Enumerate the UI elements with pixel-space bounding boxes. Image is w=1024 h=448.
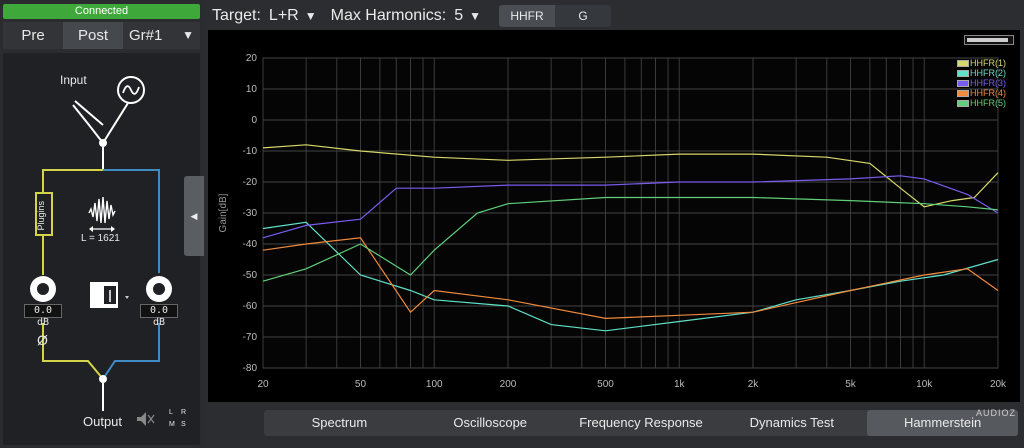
y-tick-label: -30 (243, 208, 258, 219)
input-label: Input (60, 73, 87, 87)
speaker-mute-icon[interactable] (137, 412, 155, 426)
chevron-down-icon: ▼ (182, 28, 194, 42)
x-tick-label: 500 (597, 379, 614, 390)
y-tick-label: -70 (243, 332, 258, 343)
impulse-waveform-icon (88, 196, 116, 232)
view-g-button[interactable]: G (554, 5, 611, 27)
routing-diagram: Input Plugins L = 1621 0.0 dB 0.0 dB Ø O… (3, 53, 200, 445)
target-dropdown-icon[interactable]: ▼ (305, 9, 317, 23)
legend-label: HHFR(5) (970, 98, 1006, 108)
watermark-logo: AUDIOZ (975, 408, 1016, 418)
x-tick-label: 5k (845, 379, 857, 390)
x-tick-label: 1k (674, 379, 686, 390)
legend-item[interactable]: HHFR(5) (957, 98, 1006, 108)
right-gain-value[interactable]: 0.0 dB (140, 304, 178, 328)
legend-label: HHFR(1) (970, 58, 1006, 68)
routing-lines (30, 76, 172, 426)
bottom-tab-bar: Spectrum Oscilloscope Frequency Response Dy… (264, 410, 1018, 436)
legend-item[interactable]: HHFR(3) (957, 78, 1006, 88)
legend-item[interactable]: HHFR(4) (957, 88, 1006, 98)
group-label: Gr#1 (129, 27, 163, 44)
post-button[interactable]: Post (63, 22, 123, 49)
legend-label: HHFR(4) (970, 88, 1006, 98)
legend-swatch (957, 99, 969, 107)
tab-spectrum[interactable]: Spectrum (264, 410, 415, 436)
view-hhfr-button[interactable]: HHFR (498, 5, 555, 27)
group-dropdown[interactable]: Gr#1 ▼ (123, 22, 200, 49)
harmonics-chart: 20100-10-20-30-40-50-60-70-8020 50 100 200 5… (218, 53, 1007, 390)
x-tick-label: 10k (916, 379, 933, 390)
collapse-panel-button[interactable]: ◀ (184, 176, 204, 256)
latency-compensation-icon[interactable] (90, 282, 129, 308)
legend-swatch (957, 69, 969, 77)
channel-r-button[interactable]: R (181, 409, 186, 416)
legend-swatch (957, 59, 969, 67)
left-gain-value[interactable]: 0.0 dB (24, 304, 62, 328)
legend-swatch (957, 89, 969, 97)
legend-label: HHFR(3) (970, 78, 1006, 88)
y-tick-label: 10 (246, 84, 258, 95)
legend-item[interactable]: HHFR(2) (957, 68, 1006, 78)
x-tick-label: 100 (426, 379, 443, 390)
progress-bar (964, 35, 1014, 45)
chart-legend: HHFR(1) HHFR(2) HHFR(3) HHFR(4) HHFR(5) (957, 58, 1006, 108)
target-label: Target: (212, 7, 261, 24)
y-tick-label: -80 (243, 363, 258, 374)
channel-m-button[interactable]: M (169, 421, 175, 428)
legend-item[interactable]: HHFR(1) (957, 58, 1006, 68)
pre-button[interactable]: Pre (3, 22, 63, 49)
chevron-left-icon: ◀ (190, 211, 198, 221)
output-label: Output (83, 414, 123, 429)
phase-invert-toggle[interactable]: Ø (37, 332, 48, 348)
tab-frequency-response[interactable]: Frequency Response (566, 410, 717, 436)
y-tick-label: -40 (243, 239, 258, 250)
y-tick-label: -60 (243, 301, 258, 312)
x-tick-label: 20k (990, 379, 1007, 390)
channel-l-button[interactable]: L (169, 409, 173, 416)
y-tick-label: -10 (243, 146, 258, 157)
y-tick-label: 20 (246, 53, 258, 64)
app-window: Connected Pre Post Gr#1 ▼ Input Plugins … (0, 0, 1024, 448)
harmonics-dropdown-icon[interactable]: ▼ (469, 9, 481, 23)
legend-swatch (957, 79, 969, 87)
x-tick-label: 200 (500, 379, 517, 390)
target-value[interactable]: L+R (269, 7, 299, 25)
connection-status: Connected (3, 4, 200, 19)
y-tick-label: 0 (251, 115, 257, 126)
x-tick-label: 20 (257, 379, 269, 390)
mode-selector: Pre Post Gr#1 ▼ (3, 22, 200, 49)
latency-label: L = 1621 (81, 233, 120, 244)
tab-dynamics-test[interactable]: Dynamics Test (716, 410, 867, 436)
legend-label: HHFR(2) (970, 68, 1006, 78)
plot-panel: 20 10 0 -10 -20 -30 -40 -50 -60 -70 -80 20 50 100 200 5… (208, 30, 1020, 402)
top-toolbar: Target: L+R ▼ Max Harmonics: 5 ▼ HHFR G (208, 3, 1024, 29)
tab-oscilloscope[interactable]: Oscilloscope (415, 410, 566, 436)
channel-s-button[interactable]: S (181, 421, 186, 428)
left-panel: Connected Pre Post Gr#1 ▼ Input Plugins … (0, 0, 204, 448)
x-tick-label: 2k (748, 379, 760, 390)
y-tick-label: -50 (243, 270, 258, 281)
y-tick-label: -20 (243, 177, 258, 188)
y-axis-label: Gain[dB] (218, 193, 229, 232)
harmonics-label: Max Harmonics: (330, 7, 447, 24)
harmonics-value[interactable]: 5 (454, 7, 463, 25)
progress-fill (967, 38, 1009, 42)
x-tick-label: 50 (355, 379, 367, 390)
plugins-label: Plugins (36, 201, 46, 231)
